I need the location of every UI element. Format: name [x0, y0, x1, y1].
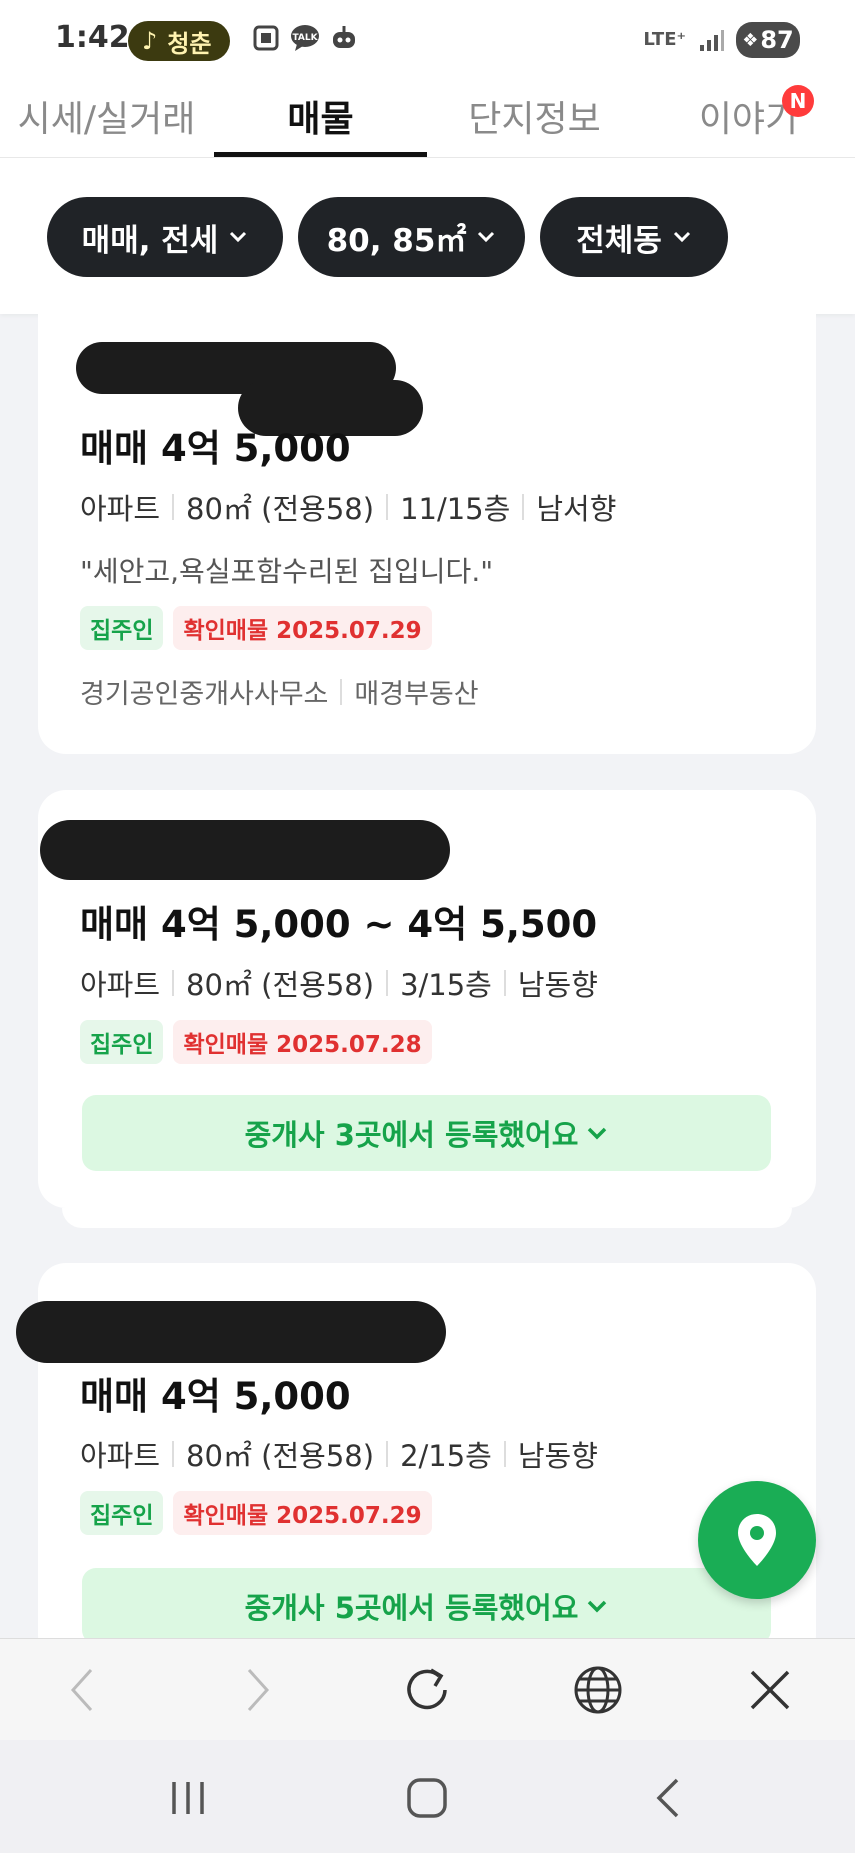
signal-icon	[700, 30, 724, 51]
listing-card[interactable]: 매매 4억 5,000 ~ 4억 5,500 아파트 80㎡ (전용58) 3/…	[38, 790, 816, 1208]
listing-price: 매매 4억 5,000 ~ 4억 5,500	[80, 903, 598, 946]
brokers-expand-label: 중개사 3곳에서 등록했어요	[244, 1118, 579, 1152]
confirmed-tag: 확인매물 2025.07.29	[173, 1491, 432, 1535]
talk-icon: TALK	[291, 25, 319, 51]
home-button[interactable]	[397, 1768, 457, 1828]
map-view-button[interactable]	[698, 1481, 816, 1599]
system-back-icon	[656, 1778, 679, 1818]
browser-toolbar	[0, 1638, 855, 1740]
card-stack-edge	[62, 1208, 792, 1228]
svg-text:TALK: TALK	[292, 33, 318, 43]
back-button[interactable]	[52, 1660, 112, 1720]
property-direction: 남서향	[536, 492, 617, 526]
recent-apps-icon	[172, 1782, 204, 1814]
tab-complex-info[interactable]: 단지정보	[428, 90, 641, 158]
property-type: 아파트	[80, 492, 161, 526]
agency-name[interactable]: 매경부동산	[354, 672, 478, 711]
recent-apps-button[interactable]	[158, 1768, 218, 1828]
chevron-down-icon	[588, 1127, 607, 1140]
status-bar: 1:42 ♪ 청춘 TALK LTE⁺ ❖ 87	[0, 0, 855, 78]
browser-globe-button[interactable]	[568, 1660, 628, 1720]
owner-tag: 집주인	[80, 1020, 164, 1064]
filter-area-label: 80, 85㎡	[326, 222, 467, 259]
property-direction: 남동향	[517, 968, 598, 1002]
refresh-icon	[407, 1668, 447, 1710]
property-area: 80㎡ (전용58)	[186, 492, 375, 526]
tab-bar: 시세/실거래 매물 단지정보 이야기	[0, 78, 855, 158]
brokers-expand-label: 중개사 5곳에서 등록했어요	[244, 1591, 579, 1625]
app-robot-icon	[333, 26, 355, 48]
filter-building[interactable]: 전체동	[540, 197, 728, 277]
property-floor: 11/15층	[400, 492, 511, 526]
close-button[interactable]	[740, 1660, 800, 1720]
listing-tags: 집주인 확인매물 2025.07.28	[80, 1020, 432, 1064]
tab-market-price[interactable]: 시세/실거래	[0, 90, 213, 158]
property-area: 80㎡ (전용58)	[186, 1439, 375, 1473]
confirmed-tag: 확인매물 2025.07.29	[173, 606, 432, 650]
status-time: 1:42	[55, 20, 130, 55]
listing-card[interactable]: 매매 4억 5,000 아파트 80㎡ (전용58) 11/15층 남서향 "세…	[38, 314, 816, 754]
home-icon	[407, 1778, 447, 1818]
lte-indicator: LTE⁺	[643, 29, 686, 50]
listing-description: "세안고,욕실포함수리된 집입니다."	[80, 555, 494, 588]
active-tab-indicator	[214, 152, 427, 157]
close-icon	[750, 1670, 790, 1710]
refresh-button[interactable]	[397, 1660, 457, 1720]
tab-stories[interactable]: 이야기	[642, 90, 855, 158]
owner-tag: 집주인	[80, 1491, 164, 1535]
music-indicator: ♪ 청춘	[128, 21, 230, 61]
music-note-icon: ♪	[142, 27, 158, 55]
listing-card[interactable]: 매매 4억 5,000 아파트 80㎡ (전용58) 2/15층 남동향 집주인…	[16, 1263, 816, 1663]
brokers-expand-button[interactable]: 중개사 3곳에서 등록했어요	[82, 1095, 771, 1171]
filter-trade-type[interactable]: 매매, 전세	[47, 197, 283, 277]
screenshot-icon	[253, 25, 279, 51]
redacted-complex-name	[16, 1301, 446, 1363]
property-floor: 2/15층	[400, 1439, 492, 1473]
system-nav-bar	[0, 1740, 855, 1853]
map-pin-icon	[738, 1514, 776, 1566]
property-area: 80㎡ (전용58)	[186, 968, 375, 1002]
listing-tags: 집주인 확인매물 2025.07.29	[80, 1491, 432, 1535]
listing-info: 아파트 80㎡ (전용58) 2/15층 남동향	[80, 1433, 598, 1475]
back-arrow-icon	[70, 1668, 93, 1712]
listing-price: 매매 4억 5,000	[80, 1375, 351, 1418]
filter-area[interactable]: 80, 85㎡	[298, 197, 525, 277]
chevron-down-icon	[673, 231, 690, 243]
filter-bar: 매매, 전세 80, 85㎡ 전체동	[0, 158, 855, 314]
forward-arrow-icon	[247, 1668, 270, 1712]
listing-info: 아파트 80㎡ (전용58) 3/15층 남동향	[80, 962, 598, 1004]
forward-button[interactable]	[228, 1660, 288, 1720]
brokers-expand-button[interactable]: 중개사 5곳에서 등록했어요	[82, 1568, 771, 1644]
listing-info: 아파트 80㎡ (전용58) 11/15층 남서향	[80, 486, 616, 528]
property-direction: 남동향	[517, 1439, 598, 1473]
agency-name[interactable]: 경기공인중개사사무소	[80, 672, 328, 711]
globe-icon	[574, 1666, 622, 1714]
owner-tag: 집주인	[80, 606, 164, 650]
confirmed-tag: 확인매물 2025.07.28	[173, 1020, 432, 1064]
music-label: 청춘	[167, 29, 212, 58]
listing-agencies: 경기공인중개사사무소 매경부동산	[80, 672, 479, 711]
listing-price: 매매 4억 5,000	[80, 427, 351, 470]
property-floor: 3/15층	[400, 968, 492, 1002]
battery-level: 87	[760, 26, 794, 54]
chevron-down-icon	[588, 1600, 607, 1613]
new-badge: N	[782, 85, 814, 117]
tab-listings[interactable]: 매물	[214, 90, 427, 158]
filter-trade-type-label: 매매, 전세	[81, 222, 219, 259]
notification-icons: TALK	[252, 24, 358, 52]
redacted-complex-name	[40, 820, 450, 880]
chevron-down-icon	[230, 231, 247, 243]
filter-building-label: 전체동	[576, 222, 662, 259]
chevron-down-icon	[478, 231, 495, 243]
property-type: 아파트	[80, 968, 161, 1002]
system-back-button[interactable]	[638, 1768, 698, 1828]
listing-tags: 집주인 확인매물 2025.07.29	[80, 606, 432, 650]
battery-saver-icon: ❖	[742, 29, 759, 51]
battery-indicator: ❖ 87	[736, 22, 800, 58]
property-type: 아파트	[80, 1439, 161, 1473]
